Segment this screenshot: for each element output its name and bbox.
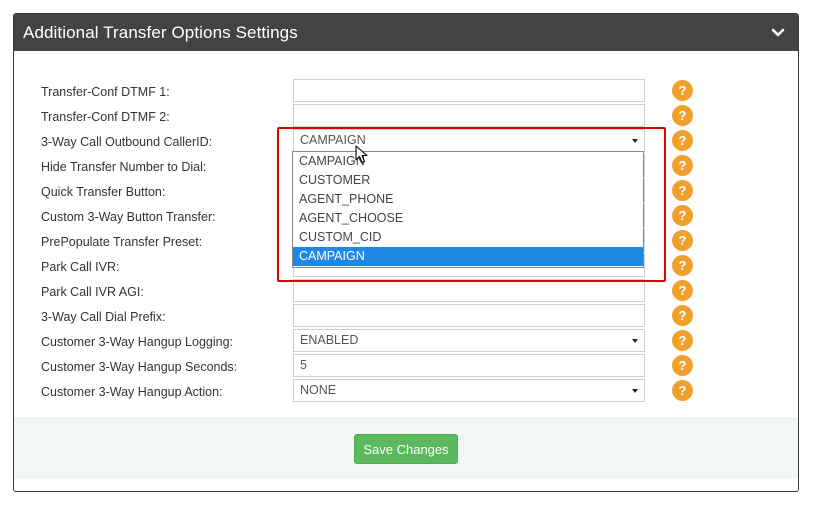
help-icon[interactable]: ? bbox=[672, 130, 693, 151]
help-icon[interactable]: ? bbox=[672, 230, 693, 251]
field-label: Park Call IVR: bbox=[41, 260, 120, 274]
form-row: Transfer-Conf DTMF 1:? bbox=[41, 79, 701, 104]
panel-header[interactable]: Additional Transfer Options Settings bbox=[14, 14, 798, 51]
text-input[interactable] bbox=[293, 279, 645, 302]
form-row: 3-Way Call Dial Prefix:? bbox=[41, 304, 701, 329]
form-row: Park Call IVR AGI:? bbox=[41, 279, 701, 304]
help-icon[interactable]: ? bbox=[672, 180, 693, 201]
help-icon[interactable]: ? bbox=[672, 355, 693, 376]
dropdown-option[interactable]: CAMPAIGN bbox=[293, 152, 643, 171]
help-icon[interactable]: ? bbox=[672, 255, 693, 276]
field-label: 3-Way Call Dial Prefix: bbox=[41, 310, 166, 324]
select-field[interactable]: NONE bbox=[293, 379, 645, 402]
text-input[interactable]: 5 bbox=[293, 354, 645, 377]
dropdown-option[interactable]: CAMPAIGN bbox=[293, 247, 643, 266]
help-icon[interactable]: ? bbox=[672, 105, 693, 126]
dropdown-option[interactable]: CUSTOM_CID bbox=[293, 228, 643, 247]
mouse-pointer-icon bbox=[355, 145, 368, 164]
select-field[interactable]: CAMPAIGN bbox=[293, 129, 645, 152]
save-changes-button[interactable]: Save Changes bbox=[354, 434, 458, 464]
help-icon[interactable]: ? bbox=[672, 80, 693, 101]
field-label: Transfer-Conf DTMF 2: bbox=[41, 110, 170, 124]
help-icon[interactable]: ? bbox=[672, 330, 693, 351]
help-icon[interactable]: ? bbox=[672, 280, 693, 301]
chevron-down-icon[interactable] bbox=[770, 25, 786, 41]
form-row: Customer 3-Way Hangup Action: NONE? bbox=[41, 379, 701, 404]
field-label: Quick Transfer Button: bbox=[41, 185, 166, 199]
help-icon[interactable]: ? bbox=[672, 155, 693, 176]
help-icon[interactable]: ? bbox=[672, 305, 693, 326]
field-label: Hide Transfer Number to Dial: bbox=[41, 160, 207, 174]
field-label: Transfer-Conf DTMF 1: bbox=[41, 85, 170, 99]
field-label: Customer 3-Way Hangup Action: bbox=[41, 385, 223, 399]
text-input[interactable] bbox=[293, 79, 645, 102]
panel-title: Additional Transfer Options Settings bbox=[23, 22, 298, 42]
text-input[interactable] bbox=[293, 304, 645, 327]
dropdown-option[interactable]: AGENT_CHOOSE bbox=[293, 209, 643, 228]
field-label: Custom 3-Way Button Transfer: bbox=[41, 210, 216, 224]
field-label: Customer 3-Way Hangup Seconds: bbox=[41, 360, 238, 374]
help-icon[interactable]: ? bbox=[672, 380, 693, 401]
panel-footer: Save Changes bbox=[14, 418, 798, 479]
field-label: 3-Way Call Outbound CallerID: bbox=[41, 135, 213, 149]
field-label: Park Call IVR AGI: bbox=[41, 285, 144, 299]
dropdown-option[interactable]: CUSTOMER bbox=[293, 171, 643, 190]
help-icon[interactable]: ? bbox=[672, 205, 693, 226]
field-label: Customer 3-Way Hangup Logging: bbox=[41, 335, 233, 349]
dropdown-option[interactable]: AGENT_PHONE bbox=[293, 190, 643, 209]
caller-id-dropdown-list[interactable]: CAMPAIGN CUSTOMER AGENT_PHONE AGENT_CHOOSE C… bbox=[292, 151, 644, 268]
field-label: PrePopulate Transfer Preset: bbox=[41, 235, 203, 249]
form-row: Customer 3-Way Hangup Seconds: 5? bbox=[41, 354, 701, 379]
form-row: Customer 3-Way Hangup Logging: ENABLED? bbox=[41, 329, 701, 354]
text-input[interactable] bbox=[293, 104, 645, 127]
select-field[interactable]: ENABLED bbox=[293, 329, 645, 352]
form-row: Transfer-Conf DTMF 2:? bbox=[41, 104, 701, 129]
